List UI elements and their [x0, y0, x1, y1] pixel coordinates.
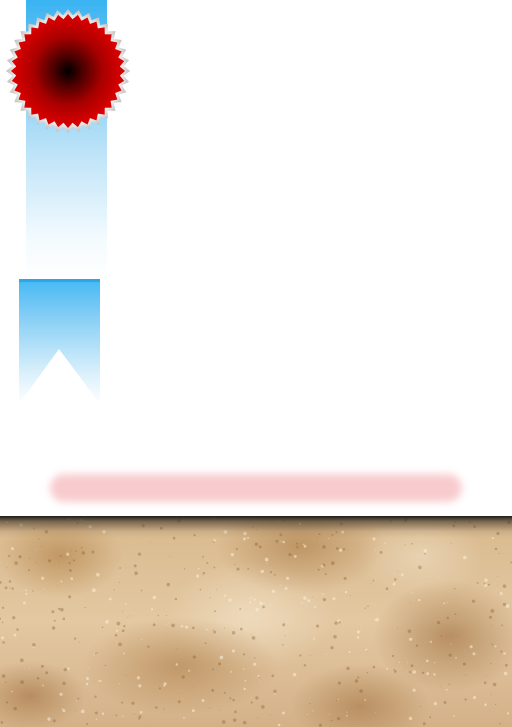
parchment-top-shadow: [0, 516, 512, 538]
parchment-texture: [0, 516, 512, 727]
award-seal: [5, 8, 131, 134]
award-seal-icon: [6, 9, 130, 133]
ribbon-seal-artwork: [0, 0, 512, 727]
parchment-panel: [0, 516, 512, 727]
highlight-bar: [50, 474, 462, 502]
ribbon-icon: [19, 279, 100, 404]
ribbon-tail: [19, 279, 100, 404]
